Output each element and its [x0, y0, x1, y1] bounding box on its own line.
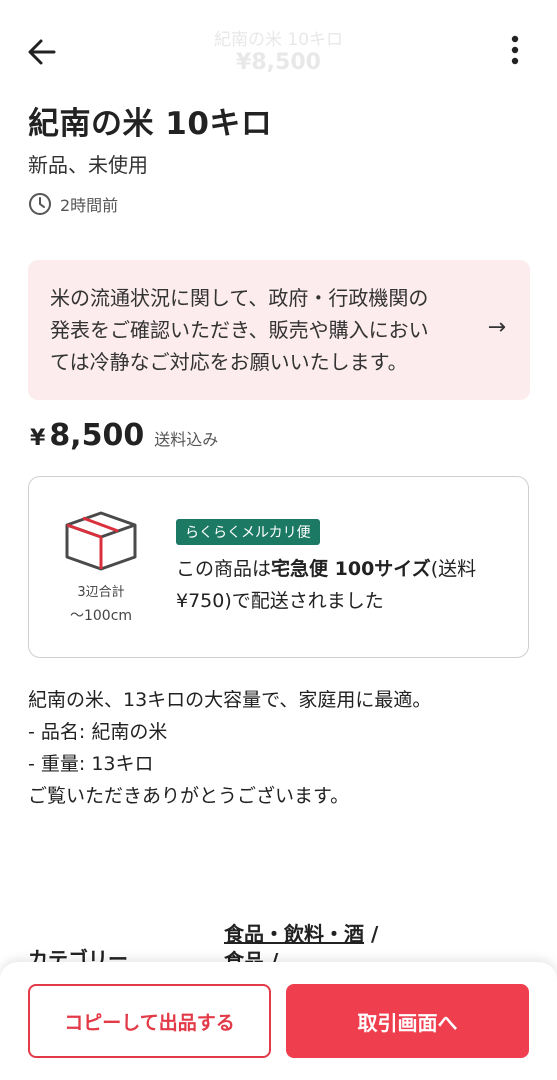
more-vertical-icon	[511, 35, 519, 65]
clock-icon	[29, 193, 51, 215]
item-description: 紀南の米、13キロの大容量で、家庭用に最適。 - 品名: 紀南の米 - 重量: …	[28, 684, 528, 812]
notice-line: ては冷静なご対応をお願いいたします。	[50, 350, 408, 374]
bottom-action-bar: コピーして出品する 取引画面へ	[0, 962, 557, 1080]
price-row: ¥ 8,500 送料込み	[30, 418, 218, 453]
header-price: ¥8,500	[236, 50, 321, 75]
description-line: - 品名: 紀南の米	[28, 721, 168, 743]
rice-notice-banner[interactable]: 米の流通状況に関して、政府・行政機関の 発表をご確認いただき、販売や購入におい …	[28, 260, 530, 400]
notice-text: 米の流通状況に関して、政府・行政機関の 発表をご確認いただき、販売や購入におい …	[50, 282, 490, 378]
arrow-right-icon: →	[487, 315, 506, 340]
notice-line: 発表をご確認いただき、販売や購入におい	[50, 318, 429, 342]
shipping-method-badge: らくらくメルカリ便	[176, 519, 320, 545]
box-size-label: 3辺合計	[77, 585, 125, 600]
shipping-description: この商品は宅急便 100サイズ(送料 ¥750)で配送されました	[176, 553, 514, 617]
more-menu-button[interactable]	[505, 34, 525, 68]
notice-line: 米の流通状況に関して、政府・行政機関の	[50, 286, 429, 310]
shipping-size-bold: 宅急便 100サイズ	[271, 558, 431, 580]
item-title: 紀南の米 10キロ	[28, 106, 273, 142]
package-box-icon	[65, 511, 137, 571]
category-separator: /	[364, 922, 379, 946]
description-line: - 重量: 13キロ	[28, 753, 154, 775]
category-link[interactable]: 食品・飲料・酒	[224, 922, 364, 946]
shipping-info-card: 3辺合計 〜100cm らくらくメルカリ便 この商品は宅急便 100サイズ(送料…	[28, 476, 529, 658]
price-amount: 8,500	[49, 418, 145, 453]
category-path-row: 食品・飲料・酒 /	[224, 918, 378, 947]
copy-listing-button[interactable]: コピーして出品する	[28, 984, 271, 1058]
header-title: 紀南の米 10キロ	[213, 30, 344, 50]
shipping-included-label: 送料込み	[154, 430, 219, 449]
item-condition: 新品、未使用	[28, 153, 148, 177]
top-app-bar: 紀南の米 10キロ ¥8,500	[0, 0, 557, 80]
box-size-value: 〜100cm	[69, 608, 133, 624]
description-line: 紀南の米、13キロの大容量で、家庭用に最適。	[28, 689, 432, 711]
price-currency: ¥	[30, 426, 46, 451]
go-to-transaction-button[interactable]: 取引画面へ	[286, 984, 529, 1058]
posted-time: 2時間前	[28, 192, 118, 216]
posted-time-label: 2時間前	[60, 196, 119, 215]
shipping-text-part: この商品は	[176, 558, 272, 580]
description-line: ご覧いただきありがとうございます。	[28, 785, 350, 807]
